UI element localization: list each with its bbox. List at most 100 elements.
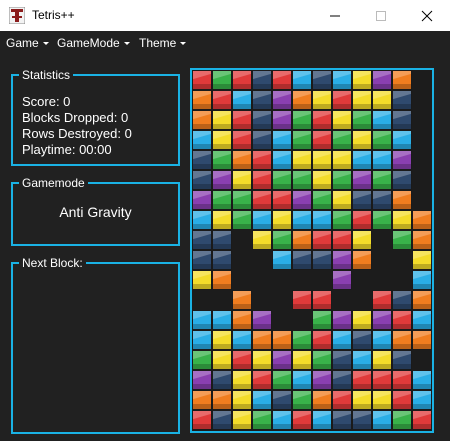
board-block [232, 410, 252, 430]
board-block [212, 210, 232, 230]
board-block [332, 370, 352, 390]
board-block [232, 90, 252, 110]
board-block [272, 370, 292, 390]
board-block [392, 290, 412, 310]
board-block [332, 310, 352, 330]
menu-gamemode-label: GameMode [57, 36, 120, 50]
board-block [312, 210, 332, 230]
board-block [232, 390, 252, 410]
board-block [392, 390, 412, 410]
statistics-title: Statistics [19, 68, 74, 82]
board-block [312, 310, 332, 330]
board-block [372, 350, 392, 370]
board-block [372, 110, 392, 130]
board-block [372, 150, 392, 170]
board-block [312, 170, 332, 190]
board-block [292, 210, 312, 230]
board-block [352, 170, 372, 190]
board-block [232, 150, 252, 170]
board-block [352, 370, 372, 390]
gamemode-value: Anti Gravity [59, 204, 132, 220]
board-block [392, 90, 412, 110]
board-block [252, 70, 272, 90]
board-block [192, 90, 212, 110]
board-block [192, 130, 212, 150]
board-block [212, 170, 232, 190]
board-block [352, 190, 372, 210]
board-block [272, 150, 292, 170]
board-block [352, 130, 372, 150]
tetris-t-icon [9, 7, 25, 24]
maximize-button[interactable] [358, 0, 404, 31]
board-block [192, 190, 212, 210]
close-button[interactable] [404, 0, 450, 31]
board-block [392, 70, 412, 90]
board-block [192, 210, 212, 230]
chevron-down-icon [180, 42, 187, 46]
menu-game[interactable]: Game [6, 36, 49, 50]
board-block [292, 250, 312, 270]
blocks-dropped-label: Blocks Dropped: 0 [22, 110, 129, 125]
game-board[interactable] [190, 68, 434, 433]
board-block [372, 190, 392, 210]
board-block [252, 350, 272, 370]
board-block [312, 190, 332, 210]
board-block [292, 410, 312, 430]
minimize-icon [330, 15, 340, 17]
board-block [392, 130, 412, 150]
board-block [412, 230, 432, 250]
board-block [232, 210, 252, 230]
board-block [372, 90, 392, 110]
board-block [272, 410, 292, 430]
board-block [252, 310, 272, 330]
board-block [252, 410, 272, 430]
board-block [352, 330, 372, 350]
board-block [332, 410, 352, 430]
board-block [252, 90, 272, 110]
board-block [332, 270, 352, 290]
window-title: Tetris++ [32, 8, 75, 22]
board-block [352, 210, 372, 230]
menu-bar: Game GameMode Theme [0, 31, 450, 55]
board-block [252, 330, 272, 350]
board-block [392, 210, 412, 230]
board-block [392, 110, 412, 130]
board-block [192, 370, 212, 390]
chevron-down-icon [123, 42, 130, 46]
board-block [272, 250, 292, 270]
board-block [372, 130, 392, 150]
board-block [192, 170, 212, 190]
board-block [192, 390, 212, 410]
board-block [332, 210, 352, 230]
menu-theme[interactable]: Theme [139, 36, 187, 50]
board-block [272, 390, 292, 410]
rows-destroyed-label: Rows Destroyed: 0 [22, 126, 132, 141]
board-block [412, 210, 432, 230]
board-block [352, 390, 372, 410]
next-block-group: Next Block: [11, 256, 180, 434]
board-block [332, 330, 352, 350]
board-block [232, 310, 252, 330]
board-block [232, 350, 252, 370]
minimize-button[interactable] [312, 0, 358, 31]
board-block [392, 350, 412, 370]
board-block [212, 190, 232, 210]
board-block [312, 230, 332, 250]
board-block [352, 150, 372, 170]
board-block [312, 370, 332, 390]
board-block [312, 90, 332, 110]
board-block [292, 90, 312, 110]
chevron-down-icon [42, 42, 49, 46]
board-block [292, 370, 312, 390]
board-block [232, 170, 252, 190]
board-block [312, 70, 332, 90]
board-block [212, 310, 232, 330]
board-block [292, 230, 312, 250]
score-label: Score: 0 [22, 94, 71, 109]
menu-gamemode[interactable]: GameMode [57, 36, 130, 50]
board-block [332, 250, 352, 270]
board-block [372, 290, 392, 310]
board-block [332, 70, 352, 90]
board-block [192, 150, 212, 170]
board-block [272, 190, 292, 210]
